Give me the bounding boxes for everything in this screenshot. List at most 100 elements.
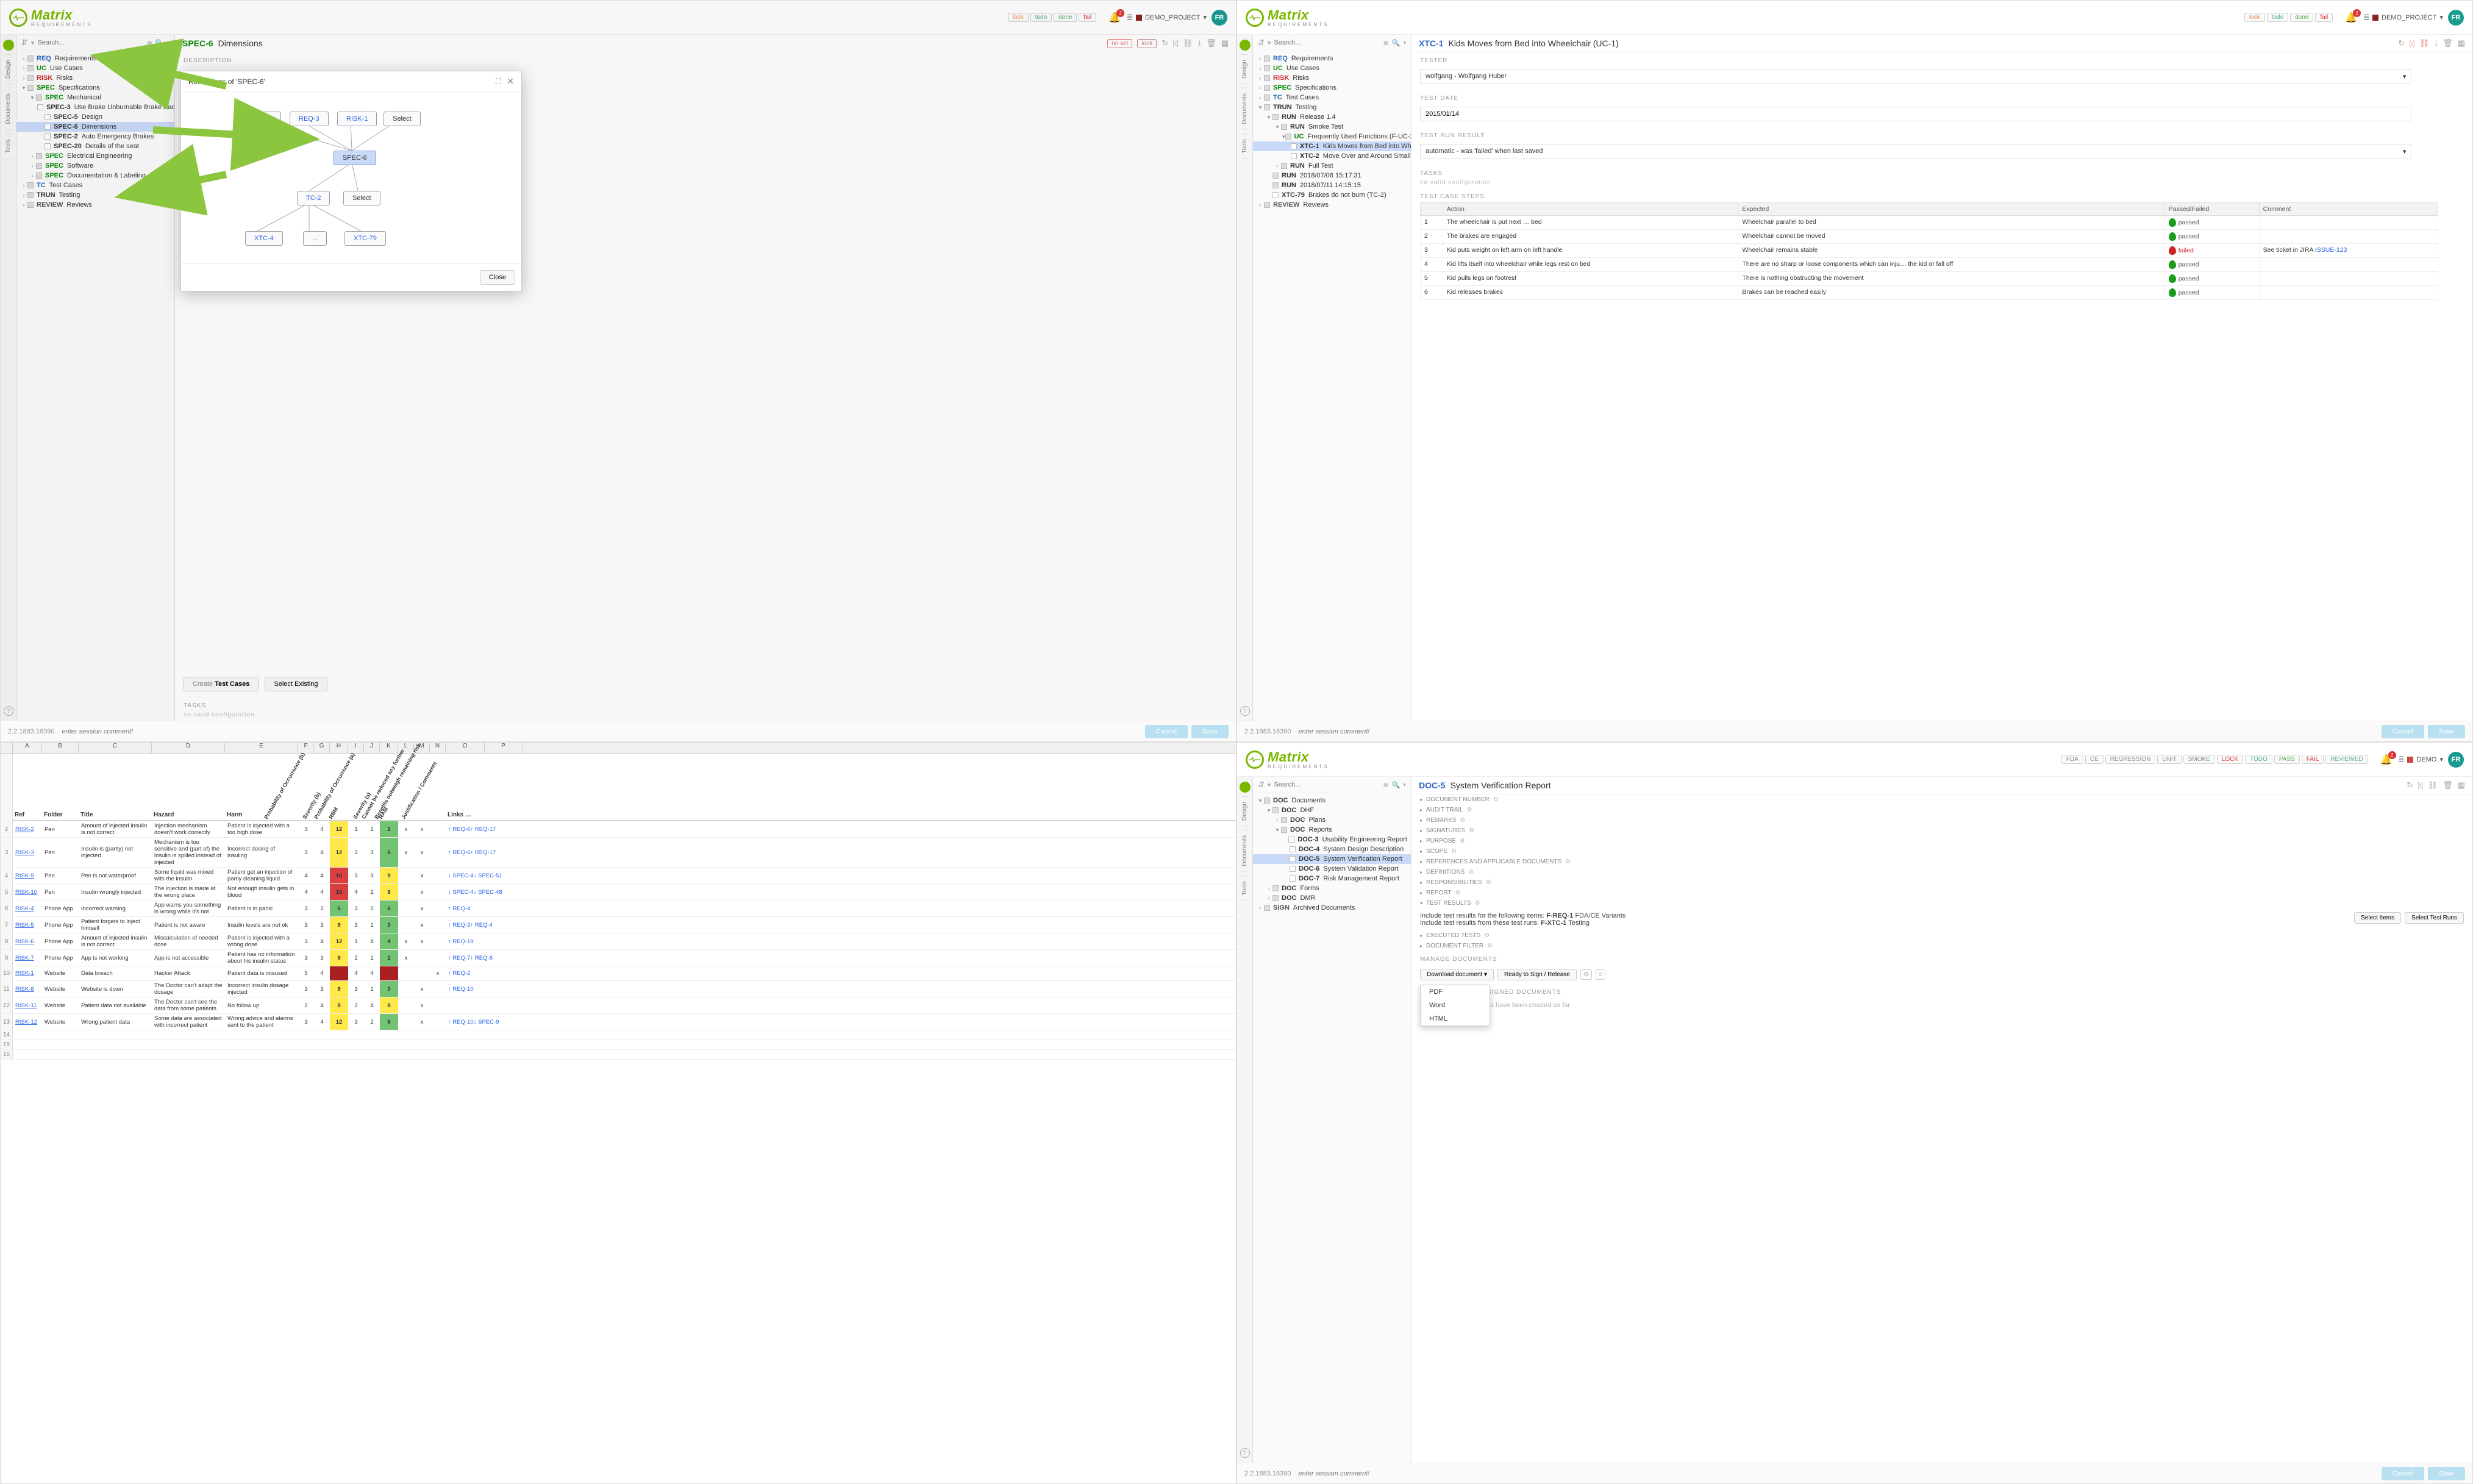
step-result[interactable]: passed (2164, 258, 2259, 272)
trace-link[interactable]: ↓ SPEC-51 (474, 872, 502, 879)
select-existing-button[interactable]: Select Existing (265, 677, 327, 691)
risk-row[interactable]: 5RISK-10PenInsulin wrongly injectedThe i… (1, 884, 1236, 901)
tree-item-trun[interactable]: ›TRUNTesting (16, 190, 174, 200)
chevron-down-icon[interactable]: ▾ (31, 39, 35, 47)
chevron-down-icon[interactable]: ▾ (1268, 781, 1271, 789)
gear-icon[interactable]: ⚙ (1475, 900, 1480, 907)
save-button[interactable]: Save (2428, 725, 2465, 738)
doc-section[interactable]: ▸DEFINITIONS⚙ (1411, 867, 2472, 877)
rail-tab-design[interactable]: Design (1241, 796, 1248, 826)
tree-icon[interactable]: ⇵ (1258, 38, 1265, 48)
trace-link[interactable]: ↑ REQ-17 (470, 849, 496, 856)
tree-item-spec-20[interactable]: SPEC-20Details of the seat (16, 141, 174, 151)
delete-icon[interactable]: 🗑 (2443, 780, 2453, 790)
filter-pill-done[interactable]: done (1054, 13, 1077, 22)
tree-item-tc[interactable]: ›TCTest Cases (16, 180, 174, 190)
gear-icon[interactable]: ⚙ (1455, 890, 1461, 896)
risk-row[interactable]: 12RISK-11WebsitePatient data not availab… (1, 997, 1236, 1014)
tree-item-doc[interactable]: ▾DOCDocuments (1253, 796, 1411, 805)
menu-pdf[interactable]: PDF (1421, 985, 1490, 999)
doc-section[interactable]: ▸DOCUMENT FILTER⚙ (1411, 941, 2472, 951)
tree-item-spec[interactable]: ›SPECDocumentation & Labeling (16, 171, 174, 180)
tree-item-risk[interactable]: ›RISKRisks (1253, 73, 1411, 83)
trace-link[interactable]: ↑ REQ-3 (448, 922, 470, 929)
filter-pill-fail[interactable]: fail (2315, 13, 2333, 22)
risk-row[interactable]: 6RISK-4Phone AppIncorrect warningApp war… (1, 901, 1236, 917)
chevron-down-icon[interactable]: ▾ (1268, 39, 1271, 47)
gear-icon[interactable]: ⚙ (1460, 817, 1465, 824)
download-document-button[interactable]: Download document ▾ (1420, 969, 1494, 980)
trace-link[interactable]: ↓ SPEC-48 (474, 889, 502, 896)
help-icon[interactable]: ? (4, 706, 13, 716)
gear-icon[interactable]: ⚙ (1486, 879, 1491, 886)
tree-item-trun[interactable]: ▾TRUNTesting (1253, 102, 1411, 112)
tree-item-doc-7[interactable]: DOC-7Risk Management Report (1253, 874, 1411, 883)
risk-row[interactable]: 11RISK-8WebsiteWebsite is downThe Doctor… (1, 981, 1236, 997)
result-select[interactable]: automatic - was 'failed' when last saved… (1420, 144, 2411, 159)
search-icon[interactable]: 🔍 (155, 39, 164, 47)
more-icon[interactable]: ▦ (2458, 780, 2465, 790)
node-select1[interactable]: Select (384, 112, 421, 126)
session-comment-input[interactable] (1298, 1470, 2370, 1477)
tree-item-spec-6[interactable]: SPEC-6Dimensions (16, 122, 174, 132)
risk-link[interactable]: RISK-10 (15, 889, 37, 896)
rail-tab-design[interactable]: Design (5, 54, 12, 84)
tree-item-doc[interactable]: ›DOCPlans (1253, 815, 1411, 825)
node-req3[interactable]: REQ-3 (290, 112, 329, 126)
tree-icon[interactable]: ⇵ (21, 38, 28, 48)
cell-ref[interactable]: RISK-2 (13, 821, 42, 837)
gear-icon[interactable]: ⚙ (1468, 869, 1474, 876)
test-date-input[interactable] (1420, 107, 2411, 121)
risk-link[interactable]: RISK-3 (15, 849, 34, 856)
doc-section[interactable]: ▸EXECUTED TESTS⚙ (1411, 930, 2472, 941)
rail-tab-tools[interactable]: Tools (1241, 134, 1248, 159)
tree-item-spec[interactable]: ›SPECElectrical Engineering (16, 151, 174, 161)
filter-pill-ce[interactable]: CE (2085, 755, 2104, 764)
filter-pill-todo[interactable]: todo (2267, 13, 2288, 22)
step-result[interactable]: failed (2164, 244, 2259, 258)
link-icon[interactable]: ⛓ (1183, 38, 1193, 48)
fullscreen-icon[interactable]: ⛶ (496, 77, 501, 86)
tree-item-spec[interactable]: ▾SPECSpecifications (16, 83, 174, 93)
tree-item-spec[interactable]: ›SPECSpecifications (1253, 83, 1411, 93)
step-result[interactable]: passed (2164, 216, 2259, 230)
node-select2[interactable]: Select (343, 191, 380, 205)
history-icon[interactable]: ᛞ (1173, 39, 1178, 48)
filter-pill-fail[interactable]: FAIL (2302, 755, 2324, 764)
risk-row[interactable]: 9RISK-7Phone AppApp is not workingApp is… (1, 950, 1236, 966)
trace-link[interactable]: ↑ REQ-2 (448, 970, 470, 977)
tree-item-doc[interactable]: ▾DOCReports (1253, 825, 1411, 835)
menu-word[interactable]: Word (1421, 999, 1490, 1012)
project-selector[interactable]: ☰DEMO▾ (2399, 755, 2443, 763)
risk-row[interactable]: 4RISK-9PenPen is not waterproofSome liqu… (1, 868, 1236, 884)
download-icon[interactable]: ⤓ (1197, 38, 1201, 48)
doc-section[interactable]: ▸REMARKS⚙ (1411, 815, 2472, 826)
risk-row[interactable]: 2RISK-2PenAmount of injected insulin is … (1, 821, 1236, 838)
rail-logo-icon[interactable] (1240, 40, 1251, 51)
step-comment[interactable] (2259, 216, 2438, 230)
tree-item-run[interactable]: ›RUNFull Test (1253, 161, 1411, 171)
tree-item-spec-3[interactable]: SPEC-3Use Brake Unburnable Brake Pads (16, 102, 174, 112)
risk-row[interactable]: 7RISK-5Phone AppPatient forgets to injec… (1, 917, 1236, 933)
node-req2[interactable]: REQ-2 (242, 112, 281, 126)
doc-section[interactable]: ▸RESPONSIBILITIES⚙ (1411, 877, 2472, 888)
pill-noset[interactable]: no set (1107, 39, 1132, 48)
gear-icon[interactable]: ⚙ (1487, 943, 1493, 949)
risk-link[interactable]: RISK-6 (15, 938, 34, 945)
tree-item-spec[interactable]: ▾SPECMechanical (16, 93, 174, 102)
step-result[interactable]: passed (2164, 272, 2259, 286)
tree-item-doc[interactable]: ›DOCDMR (1253, 893, 1411, 903)
filter-pill-lock[interactable]: lock (1008, 13, 1029, 22)
select-test-runs-button[interactable]: Select Test Runs (2405, 912, 2464, 924)
risk-link[interactable]: RISK-1 (15, 970, 34, 977)
tree-item-req[interactable]: ›REQRequirements (16, 54, 174, 63)
step-comment[interactable] (2259, 272, 2438, 286)
gear-icon[interactable]: ⚙ (1493, 796, 1499, 803)
tree-item-xtc-79[interactable]: XTC-79Brakes do not burn (TC-2) (1253, 190, 1411, 200)
step-comment[interactable] (2259, 258, 2438, 272)
clear-icon[interactable]: ⊗ (1383, 39, 1389, 47)
risk-link[interactable]: RISK-5 (15, 922, 34, 929)
step-result[interactable]: passed (2164, 286, 2259, 300)
tree-item-spec-5[interactable]: SPEC-5Design (16, 112, 174, 122)
tree-item-tc[interactable]: ›TCTest Cases (1253, 93, 1411, 102)
